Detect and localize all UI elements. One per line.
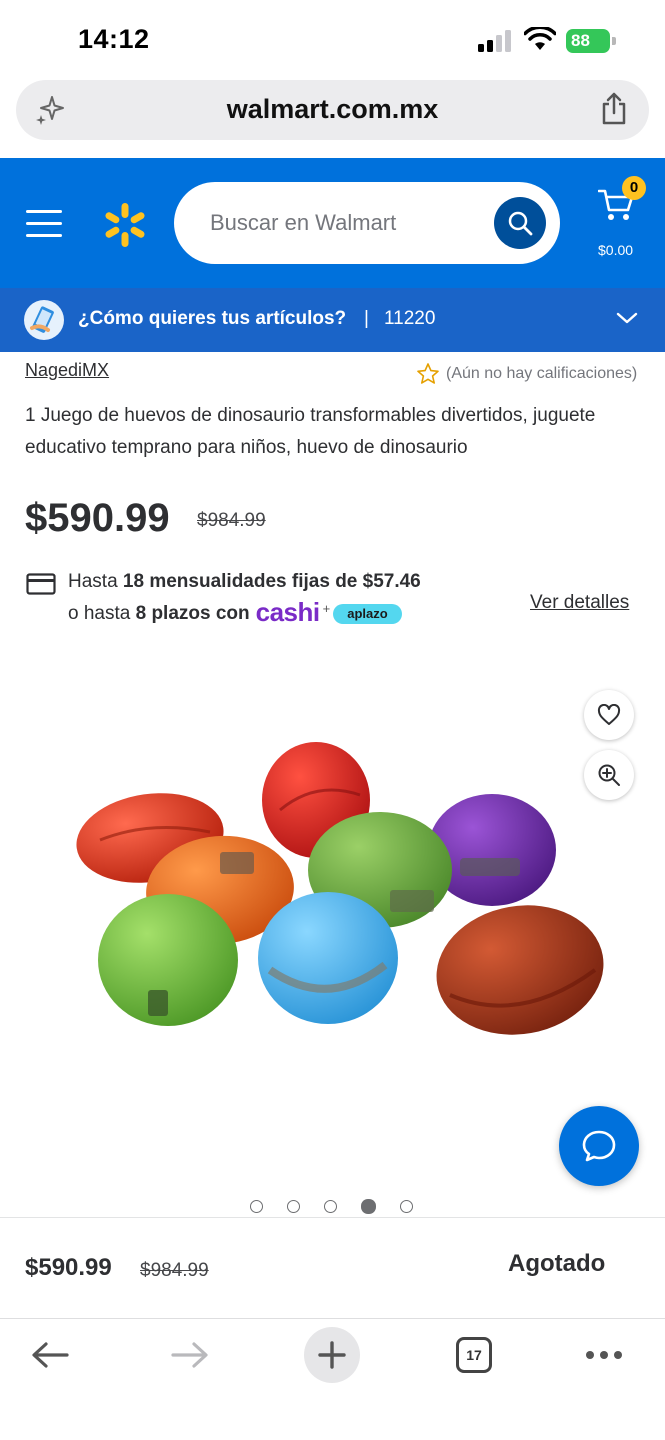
seller-link[interactable]: NagediMX [25, 360, 109, 381]
plus-sign: + [322, 601, 331, 616]
battery-icon: 88 [566, 29, 616, 53]
cashi-logo: cashi [255, 597, 321, 627]
site-header: 0 $0.00 [0, 158, 665, 288]
forward-button[interactable] [168, 1333, 212, 1377]
aplazo-logo: aplazo [333, 604, 402, 624]
credit-card-icon [26, 573, 56, 595]
chevron-down-icon[interactable] [616, 310, 638, 326]
cellular-signal-icon [478, 30, 511, 52]
heart-icon [597, 704, 621, 725]
delivery-prompt: ¿Cómo quieres tus artículos? [78, 308, 347, 329]
sticky-price: $590.99 [25, 1254, 112, 1281]
carousel-dot[interactable] [250, 1199, 263, 1213]
browser-toolbar: 17 [0, 1318, 665, 1440]
arrow-right-icon [171, 1342, 208, 1368]
wifi-icon [524, 27, 556, 50]
tab-count: 17 [456, 1337, 492, 1373]
see-details-link[interactable]: Ver detalles [530, 592, 629, 614]
more-options-button[interactable] [582, 1333, 626, 1377]
out-of-stock-label: Agotado [508, 1250, 606, 1277]
plus-icon [318, 1341, 346, 1369]
sticky-was-price: $984.99 [140, 1260, 209, 1281]
sticky-purchase-bar: $590.99 $984.99 Agotado [0, 1217, 665, 1317]
star-icon [417, 363, 439, 384]
delivery-zip: 11220 [384, 308, 436, 329]
carousel-dot[interactable] [287, 1199, 300, 1213]
arrow-left-icon [32, 1342, 69, 1368]
ellipsis-icon [586, 1351, 622, 1359]
cart-button[interactable]: 0 $0.00 [594, 176, 646, 258]
address-bar[interactable]: walmart.com.mx [16, 80, 649, 140]
share-icon[interactable] [599, 92, 629, 126]
installments-amount: 18 mensualidades fijas de $57.46 [122, 571, 421, 592]
delivery-options-bar[interactable]: ¿Cómo quieres tus artículos? | 11220 [0, 288, 665, 352]
cart-count-badge: 0 [622, 176, 646, 200]
cart-total: $0.00 [598, 242, 634, 258]
current-price: $590.99 [25, 496, 170, 540]
search-input[interactable] [210, 182, 490, 264]
back-button[interactable] [28, 1333, 72, 1377]
image-carousel-dots [250, 1198, 437, 1214]
walmart-spark-logo[interactable] [102, 202, 148, 248]
carousel-dot[interactable] [324, 1199, 337, 1213]
installments-info: Hasta 18 mensualidades fijas de $57.46 o… [68, 568, 421, 627]
new-tab-button[interactable] [304, 1327, 360, 1383]
search-button[interactable] [494, 197, 546, 249]
delivery-separator: | [364, 308, 369, 329]
chat-button[interactable] [559, 1106, 639, 1186]
was-price: $984.99 [197, 510, 266, 531]
carousel-dot-active[interactable] [361, 1198, 376, 1214]
installments-alt-prefix: o hasta [68, 603, 136, 624]
installments-prefix: Hasta [68, 571, 123, 592]
search-icon [508, 211, 533, 236]
rating-text: (Aún no hay calificaciones) [446, 365, 638, 382]
rating[interactable]: (Aún no hay calificaciones) [416, 362, 637, 386]
installments-alt-amount: 8 plazos con [135, 603, 250, 624]
status-time: 14:12 [78, 24, 150, 54]
search-box [174, 182, 560, 264]
hamburger-menu-icon[interactable] [26, 210, 62, 238]
url-text[interactable]: walmart.com.mx [16, 94, 649, 125]
carousel-dot[interactable] [400, 1199, 413, 1213]
delivery-icon [24, 300, 64, 340]
battery-level: 88 [566, 29, 610, 53]
product-title: 1 Juego de huevos de dinosaurio transfor… [25, 405, 596, 458]
status-bar: 14:12 88 [0, 0, 665, 80]
product-image[interactable] [60, 740, 610, 1080]
chat-bubble-icon [582, 1130, 616, 1162]
tabs-button[interactable]: 17 [452, 1333, 496, 1377]
favorite-button[interactable] [584, 690, 634, 740]
